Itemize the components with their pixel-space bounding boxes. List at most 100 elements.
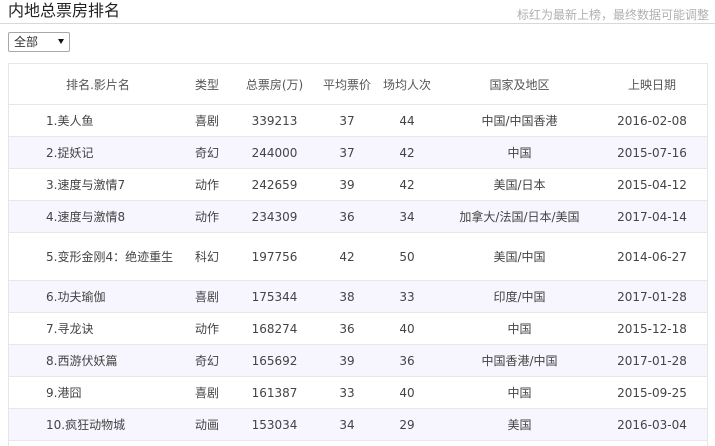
- cell-box-office: 244000: [227, 136, 322, 169]
- cell-region: 中国: [442, 376, 597, 409]
- cell-region: 中国香港/中国: [442, 344, 597, 377]
- cell-movie-name[interactable]: 7.寻龙诀: [9, 312, 187, 345]
- cell-region: 美国/中国: [442, 232, 597, 281]
- movie-name-link[interactable]: 6.功夫瑜伽: [46, 288, 183, 306]
- cell-movie-type: 奇幻: [187, 344, 227, 377]
- page-title: 内地总票房排名: [8, 1, 121, 20]
- cell-movie-type: 奇幻: [187, 136, 227, 169]
- table-row[interactable]: 6.功夫瑜伽 喜剧 175344 38 33 印度/中国 2017-01-28: [9, 280, 707, 313]
- filter-selected-value: 全部: [14, 35, 39, 49]
- column-header-avg-price: 平均票价: [322, 64, 372, 105]
- cell-box-office: 242659: [227, 168, 322, 201]
- cell-box-office: 197756: [227, 232, 322, 281]
- cell-release-date: 2016-02-08: [597, 104, 707, 137]
- cell-movie-name[interactable]: 5.变形金刚4：绝迹重生: [9, 232, 187, 281]
- cell-avg-attendance: 44: [372, 104, 442, 137]
- cell-movie-name[interactable]: 3.速度与激情7: [9, 168, 187, 201]
- movie-name-link[interactable]: 1.美人鱼: [46, 112, 183, 130]
- caret-down-icon: [58, 39, 64, 44]
- table-row[interactable]: 1.美人鱼 喜剧 339213 37 44 中国/中国香港 2016-02-08: [9, 104, 707, 137]
- table-row[interactable]: 9.港囧 喜剧 161387 33 40 中国 2015-09-25: [9, 376, 707, 409]
- cell-avg-price: 37: [322, 104, 372, 137]
- cell-region: 美国/日本: [442, 168, 597, 201]
- cell-movie-name[interactable]: 4.速度与激情8: [9, 200, 187, 233]
- cell-region: 中国/中国香港: [442, 104, 597, 137]
- cell-avg-attendance: 29: [372, 408, 442, 441]
- table-header-row: 排名.影片名 类型 总票房(万) 平均票价 场均人次 国家及地区 上映日期: [9, 64, 707, 105]
- table-row[interactable]: 10.疯狂动物城 动画 153034 34 29 美国 2016-03-04: [9, 408, 707, 441]
- cell-release-date: 2015-12-18: [597, 312, 707, 345]
- cell-release-date: 2015-07-16: [597, 136, 707, 169]
- cell-movie-type: 科幻: [187, 232, 227, 281]
- cell-movie-name[interactable]: 6.功夫瑜伽: [9, 280, 187, 313]
- page-header: 内地总票房排名 标红为最新上榜，最终数据可能调整: [0, 0, 715, 24]
- table-row[interactable]: 7.寻龙诀 动作 168274 36 40 中国 2015-12-18: [9, 312, 707, 345]
- cell-avg-price: 38: [322, 280, 372, 313]
- cell-box-office: 175344: [227, 280, 322, 313]
- cell-avg-price: 33: [322, 376, 372, 409]
- cell-movie-name[interactable]: 8.西游伏妖篇: [9, 344, 187, 377]
- cell-avg-price: 39: [322, 168, 372, 201]
- movie-name-link[interactable]: 8.西游伏妖篇: [46, 352, 183, 370]
- table-row[interactable]: 5.变形金刚4：绝迹重生 科幻 197756 42 50 美国/中国 2014-06-27: [9, 232, 707, 281]
- cell-release-date: 2017-04-14: [597, 200, 707, 233]
- cell-avg-price: 39: [322, 344, 372, 377]
- movie-name-link[interactable]: 4.速度与激情8: [46, 208, 183, 226]
- cell-avg-price: 37: [322, 136, 372, 169]
- movie-name-link[interactable]: 9.港囧: [46, 384, 183, 402]
- cell-region: 中国: [442, 312, 597, 345]
- column-header-region: 国家及地区: [442, 64, 597, 105]
- cell-release-date: 2015-09-25: [597, 376, 707, 409]
- category-filter-select[interactable]: 全部: [8, 32, 70, 52]
- cell-box-office: 153034: [227, 408, 322, 441]
- cell-movie-name[interactable]: 1.美人鱼: [9, 104, 187, 137]
- movie-name-link[interactable]: 2.捉妖记: [46, 144, 183, 162]
- movie-name-link[interactable]: 3.速度与激情7: [46, 176, 183, 194]
- table-row[interactable]: 8.西游伏妖篇 奇幻 165692 39 36 中国香港/中国 2017-01-28: [9, 344, 707, 377]
- cell-avg-price: 36: [322, 200, 372, 233]
- cell-movie-type: 动作: [187, 168, 227, 201]
- ranking-table-container: 排名.影片名 类型 总票房(万) 平均票价 场均人次 国家及地区 上映日期 1.…: [8, 63, 708, 446]
- column-header-type: 类型: [187, 64, 227, 105]
- cell-movie-type: 动画: [187, 408, 227, 441]
- cell-box-office: 339213: [227, 104, 322, 137]
- column-header-name: 排名.影片名: [9, 64, 187, 105]
- column-header-box-office: 总票房(万): [227, 64, 322, 105]
- cell-avg-attendance: 34: [372, 200, 442, 233]
- update-note: 标红为最新上榜，最终数据可能调整: [516, 8, 709, 22]
- cell-avg-price: 34: [322, 408, 372, 441]
- cell-release-date: 2014-06-27: [597, 232, 707, 281]
- cell-avg-price: 42: [322, 232, 372, 281]
- cell-region: 印度/中国: [442, 280, 597, 313]
- movie-name-link[interactable]: 5.变形金刚4：绝迹重生: [46, 248, 183, 266]
- movie-name-link[interactable]: 7.寻龙诀: [46, 320, 183, 338]
- cell-region: 美国: [442, 408, 597, 441]
- table-row[interactable]: 3.速度与激情7 动作 242659 39 42 美国/日本 2015-04-12: [9, 168, 707, 201]
- cell-release-date: 2017-01-28: [597, 280, 707, 313]
- cell-box-office: 165692: [227, 344, 322, 377]
- cell-movie-name[interactable]: 9.港囧: [9, 376, 187, 409]
- cell-avg-attendance: 50: [372, 232, 442, 281]
- box-office-ranking-table: 排名.影片名 类型 总票房(万) 平均票价 场均人次 国家及地区 上映日期 1.…: [9, 64, 707, 441]
- cell-movie-name[interactable]: 10.疯狂动物城: [9, 408, 187, 441]
- cell-avg-price: 36: [322, 312, 372, 345]
- cell-movie-name[interactable]: 2.捉妖记: [9, 136, 187, 169]
- cell-movie-type: 喜剧: [187, 280, 227, 313]
- movie-name-link[interactable]: 10.疯狂动物城: [46, 416, 183, 434]
- cell-avg-attendance: 33: [372, 280, 442, 313]
- cell-movie-type: 动作: [187, 200, 227, 233]
- column-header-release-date: 上映日期: [597, 64, 707, 105]
- cell-box-office: 161387: [227, 376, 322, 409]
- cell-avg-attendance: 40: [372, 376, 442, 409]
- cell-release-date: 2017-01-28: [597, 344, 707, 377]
- cell-region: 中国: [442, 136, 597, 169]
- table-row[interactable]: 2.捉妖记 奇幻 244000 37 42 中国 2015-07-16: [9, 136, 707, 169]
- cell-movie-type: 动作: [187, 312, 227, 345]
- cell-avg-attendance: 40: [372, 312, 442, 345]
- cell-box-office: 168274: [227, 312, 322, 345]
- column-header-avg-attendance: 场均人次: [372, 64, 442, 105]
- cell-movie-type: 喜剧: [187, 376, 227, 409]
- cell-avg-attendance: 42: [372, 136, 442, 169]
- table-row[interactable]: 4.速度与激情8 动作 234309 36 34 加拿大/法国/日本/美国 2017-04-…: [9, 200, 707, 233]
- cell-region: 加拿大/法国/日本/美国: [442, 200, 597, 233]
